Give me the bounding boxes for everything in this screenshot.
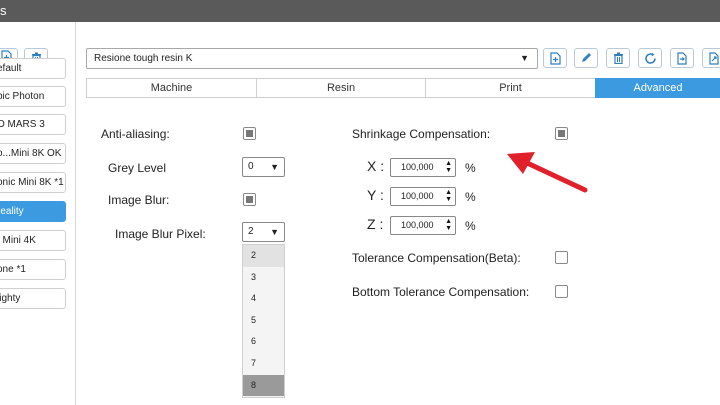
profile-item[interactable]: o...Mini 8K OK	[0, 143, 66, 164]
profile-item[interactable]: bic Photon	[0, 86, 66, 107]
add-file-icon	[549, 51, 561, 65]
shrinkage-y-unit: %	[465, 190, 476, 204]
chevron-down-icon: ▼	[520, 53, 529, 63]
window-title: s	[0, 3, 7, 18]
profile-item[interactable]: : Mini 4K	[0, 230, 66, 251]
image-blur-label: Image Blur:	[108, 193, 170, 207]
profile-item[interactable]: O MARS 3	[0, 114, 66, 135]
profile-item[interactable]: reality	[0, 201, 66, 222]
chevron-down-icon: ▼	[270, 162, 279, 172]
window-titlebar: s	[0, 0, 720, 22]
shrinkage-y-label: Y :	[367, 187, 384, 203]
profile-item[interactable]: efault	[0, 58, 66, 79]
image-blur-checkbox[interactable]	[243, 193, 256, 206]
anti-aliasing-checkbox[interactable]	[243, 127, 256, 140]
grey-level-label: Grey Level	[108, 161, 167, 175]
pencil-icon	[582, 53, 591, 62]
shrinkage-z-unit: %	[465, 219, 476, 233]
profile-item[interactable]: one *1	[0, 259, 66, 280]
tab-advanced[interactable]: Advanced	[595, 78, 720, 98]
chevron-down-icon: ▼	[270, 227, 279, 237]
annotation-arrow-icon	[507, 152, 588, 193]
printer-profile-panel: efault bic Photon O MARS 3 o...Mini 8K OK on…	[0, 22, 76, 405]
dropdown-option[interactable]: 4	[243, 288, 284, 310]
grey-level-select[interactable]: 0 ▼	[242, 157, 285, 177]
dropdown-option[interactable]: 3	[243, 267, 284, 289]
dropdown-option[interactable]: 2	[243, 245, 284, 267]
shrinkage-x-input[interactable]: 100,000 ▲ ▼	[390, 158, 456, 177]
dropdown-option[interactable]: 7	[243, 353, 284, 375]
tolerance-compensation-label: Tolerance Compensation(Beta):	[352, 251, 521, 265]
spinner-arrows-icon[interactable]: ▲ ▼	[445, 160, 452, 174]
refresh-resin-button[interactable]	[638, 48, 662, 68]
resin-profile-select[interactable]: Resione tough resin K ▼	[86, 48, 538, 69]
add-resin-button[interactable]	[543, 48, 567, 68]
bottom-tolerance-compensation-checkbox[interactable]	[555, 285, 568, 298]
image-blur-pixel-options: 2345678	[242, 244, 285, 398]
export-icon	[709, 51, 719, 65]
profile-item[interactable]: lighty	[0, 288, 66, 309]
shrinkage-z-input[interactable]: 100,000 ▲ ▼	[390, 216, 456, 235]
dropdown-option[interactable]: 6	[243, 331, 284, 353]
tab-print[interactable]: Print	[425, 78, 595, 98]
spinner-arrows-icon[interactable]: ▲ ▼	[445, 189, 452, 203]
shrinkage-x-label: X :	[367, 158, 385, 174]
anti-aliasing-label: Anti-aliasing:	[101, 127, 170, 141]
import-icon	[677, 51, 687, 65]
shrinkage-compensation-label: Shrinkage Compensation:	[352, 127, 491, 141]
shrinkage-x-unit: %	[465, 161, 476, 175]
image-blur-pixel-label: Image Blur Pixel:	[115, 227, 206, 241]
export-resin-button[interactable]	[702, 48, 720, 68]
edit-resin-button[interactable]	[574, 48, 598, 68]
trash-icon	[613, 52, 623, 64]
import-resin-button[interactable]	[670, 48, 694, 68]
dropdown-option[interactable]: 5	[243, 310, 284, 332]
tab-resin[interactable]: Resin	[256, 78, 425, 98]
tab-machine[interactable]: Machine	[86, 78, 256, 98]
resin-profile-value: Resione tough resin K	[94, 53, 193, 64]
shrinkage-z-label: Z :	[367, 216, 384, 232]
image-blur-pixel-select[interactable]: 2 ▼	[242, 222, 285, 242]
shrinkage-compensation-checkbox[interactable]	[555, 127, 568, 140]
settings-tabs: Machine Resin Print Advanced	[86, 78, 720, 98]
spinner-arrows-icon[interactable]: ▲ ▼	[445, 218, 452, 232]
tolerance-compensation-checkbox[interactable]	[555, 251, 568, 264]
bottom-tolerance-compensation-label: Bottom Tolerance Compensation:	[352, 285, 530, 299]
shrinkage-y-input[interactable]: 100,000 ▲ ▼	[390, 187, 456, 206]
dropdown-option[interactable]: 8	[243, 374, 284, 397]
delete-resin-button[interactable]	[606, 48, 630, 68]
profile-item[interactable]: onic Mini 8K *1	[0, 172, 66, 193]
refresh-icon	[644, 52, 656, 64]
